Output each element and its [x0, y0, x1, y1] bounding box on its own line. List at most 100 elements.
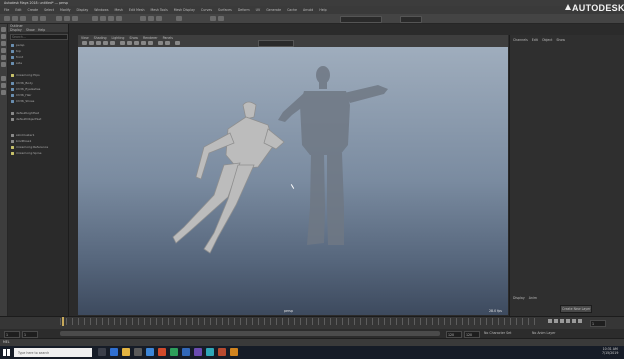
channel-box-tab-channels[interactable]: Channels — [513, 38, 528, 42]
range-start-field[interactable]: 1 — [22, 331, 38, 338]
viewport-menu-show[interactable]: Show — [129, 36, 138, 40]
channel-box-tab-edit[interactable]: Edit — [532, 38, 538, 42]
task-view-icon[interactable] — [98, 348, 106, 356]
outliner-item[interactable]: Ch36_Hair — [11, 94, 31, 97]
outliner-item[interactable]: top — [11, 50, 21, 53]
app-icon[interactable] — [194, 348, 202, 356]
layer-tab-display[interactable]: Display — [513, 296, 525, 300]
outliner-item[interactable]: mixamorig:Hips — [11, 74, 40, 77]
camera-select-icon[interactable] — [82, 41, 87, 45]
undo-icon[interactable] — [32, 16, 38, 21]
snap-point-icon[interactable] — [108, 16, 114, 21]
ipr-render-icon[interactable] — [148, 16, 154, 21]
outliner-item[interactable]: skinCluster1 — [11, 134, 35, 137]
outliner-item[interactable]: defaultLightSet — [11, 112, 39, 115]
file-explorer-icon[interactable] — [122, 348, 130, 356]
select-tool-icon[interactable] — [1, 27, 6, 32]
menu-file[interactable]: File — [4, 8, 9, 12]
menu-mesh-tools[interactable]: Mesh Tools — [151, 8, 168, 12]
lasso-tool-icon[interactable] — [1, 34, 6, 39]
render-settings-icon[interactable] — [156, 16, 162, 21]
bookmark-icon[interactable] — [96, 41, 101, 45]
viewport-menu-renderer[interactable]: Renderer — [143, 36, 158, 40]
menu-uv[interactable]: UV — [256, 8, 261, 12]
hypershade-icon[interactable] — [176, 16, 182, 21]
select-component-icon[interactable] — [72, 16, 78, 21]
wireframe-icon[interactable] — [120, 41, 125, 45]
outliner-item[interactable]: mixamorig:Reference — [11, 146, 48, 149]
menu-select[interactable]: Select — [44, 8, 54, 12]
menu-mesh-display[interactable]: Mesh Display — [174, 8, 195, 12]
open-scene-icon[interactable] — [12, 16, 18, 21]
four-view-icon[interactable] — [1, 83, 6, 88]
outliner-item[interactable]: Ch36_Body — [11, 82, 33, 85]
step-forward-icon[interactable] — [572, 319, 576, 323]
maya-icon[interactable] — [206, 348, 214, 356]
end-time-field[interactable]: 120 — [464, 331, 480, 338]
edge-icon[interactable] — [110, 348, 118, 356]
menu-edit-mesh[interactable]: Edit Mesh — [129, 8, 145, 12]
menu-mesh[interactable]: Mesh — [115, 8, 123, 12]
single-view-icon[interactable] — [1, 76, 6, 81]
folder-icon[interactable] — [230, 348, 238, 356]
perspective-viewport[interactable]: persp 28.0 fps — [78, 47, 508, 315]
chrome-icon[interactable] — [158, 348, 166, 356]
channel-box-tab-show[interactable]: Show — [556, 38, 565, 42]
snap-curve-icon[interactable] — [100, 16, 106, 21]
windows-start-icon[interactable] — [3, 349, 10, 356]
powerpoint-icon[interactable] — [218, 348, 226, 356]
redo-icon[interactable] — [40, 16, 46, 21]
channel-box-tab-object[interactable]: Object — [542, 38, 552, 42]
viewport-menu-panels[interactable]: Panels — [163, 36, 173, 40]
viewport-menu-view[interactable]: View — [81, 36, 89, 40]
current-frame-field[interactable]: 1 — [590, 320, 606, 327]
color-space-dropdown[interactable] — [258, 40, 294, 47]
menu-cache[interactable]: Cache — [287, 8, 297, 12]
snap-surface-icon[interactable] — [116, 16, 122, 21]
viewport-menu-lighting[interactable]: Lighting — [112, 36, 125, 40]
isolate-select-icon[interactable] — [165, 41, 170, 45]
select-hierarchy-icon[interactable] — [56, 16, 62, 21]
smooth-shade-icon[interactable] — [127, 41, 132, 45]
menu-arnold[interactable]: Arnold — [303, 8, 313, 12]
menu-generate[interactable]: Generate — [266, 8, 281, 12]
current-time-indicator[interactable] — [62, 317, 64, 326]
anim-layer-dropdown[interactable]: No Anim Layer — [532, 331, 555, 335]
system-clock[interactable]: 10:31 AM 7/15/2019 — [602, 347, 618, 355]
playback-range-slider[interactable] — [60, 331, 440, 336]
outliner-item[interactable]: defaultObjectSet — [11, 118, 41, 121]
outliner-item[interactable]: Ch36_Shoes — [11, 100, 34, 103]
workspace-dropdown[interactable] — [400, 16, 422, 23]
excel-icon[interactable] — [170, 348, 178, 356]
create-layer-button[interactable]: Create New Layer — [560, 305, 592, 313]
go-to-start-icon[interactable] — [548, 319, 552, 323]
outliner-item[interactable]: Ch36_Eyelashes — [11, 88, 40, 91]
select-object-icon[interactable] — [64, 16, 70, 21]
step-back-icon[interactable] — [554, 319, 558, 323]
quick-search-field[interactable] — [340, 16, 382, 23]
xray-icon[interactable] — [158, 41, 163, 45]
menu-help[interactable]: Help — [319, 8, 326, 12]
go-to-end-icon[interactable] — [578, 319, 582, 323]
outliner-search-input[interactable]: Search... — [10, 34, 68, 40]
menu-windows[interactable]: Windows — [94, 8, 108, 12]
save-scene-icon[interactable] — [20, 16, 26, 21]
character-set-dropdown[interactable]: No Character Set — [484, 331, 511, 335]
outliner-menu-show[interactable]: Show — [26, 28, 35, 32]
menu-deform[interactable]: Deform — [238, 8, 250, 12]
menu-create[interactable]: Create — [28, 8, 39, 12]
shadows-icon[interactable] — [148, 41, 153, 45]
taskbar-search-box[interactable]: Type here to search — [14, 348, 92, 357]
range-end-field[interactable]: 120 — [446, 331, 462, 338]
persp-outliner-layout-icon[interactable] — [1, 90, 6, 95]
store-icon[interactable] — [134, 348, 142, 356]
textured-icon[interactable] — [134, 41, 139, 45]
outliner-menu-help[interactable]: Help — [38, 28, 45, 32]
snap-grid-icon[interactable] — [92, 16, 98, 21]
outliner-menu-display[interactable]: Display — [10, 28, 22, 32]
outliner-item[interactable]: mixamorig:Spine — [11, 152, 42, 155]
move-tool-icon[interactable] — [1, 48, 6, 53]
mail-icon[interactable] — [146, 348, 154, 356]
rotate-tool-icon[interactable] — [1, 55, 6, 60]
start-time-field[interactable]: 1 — [4, 331, 20, 338]
